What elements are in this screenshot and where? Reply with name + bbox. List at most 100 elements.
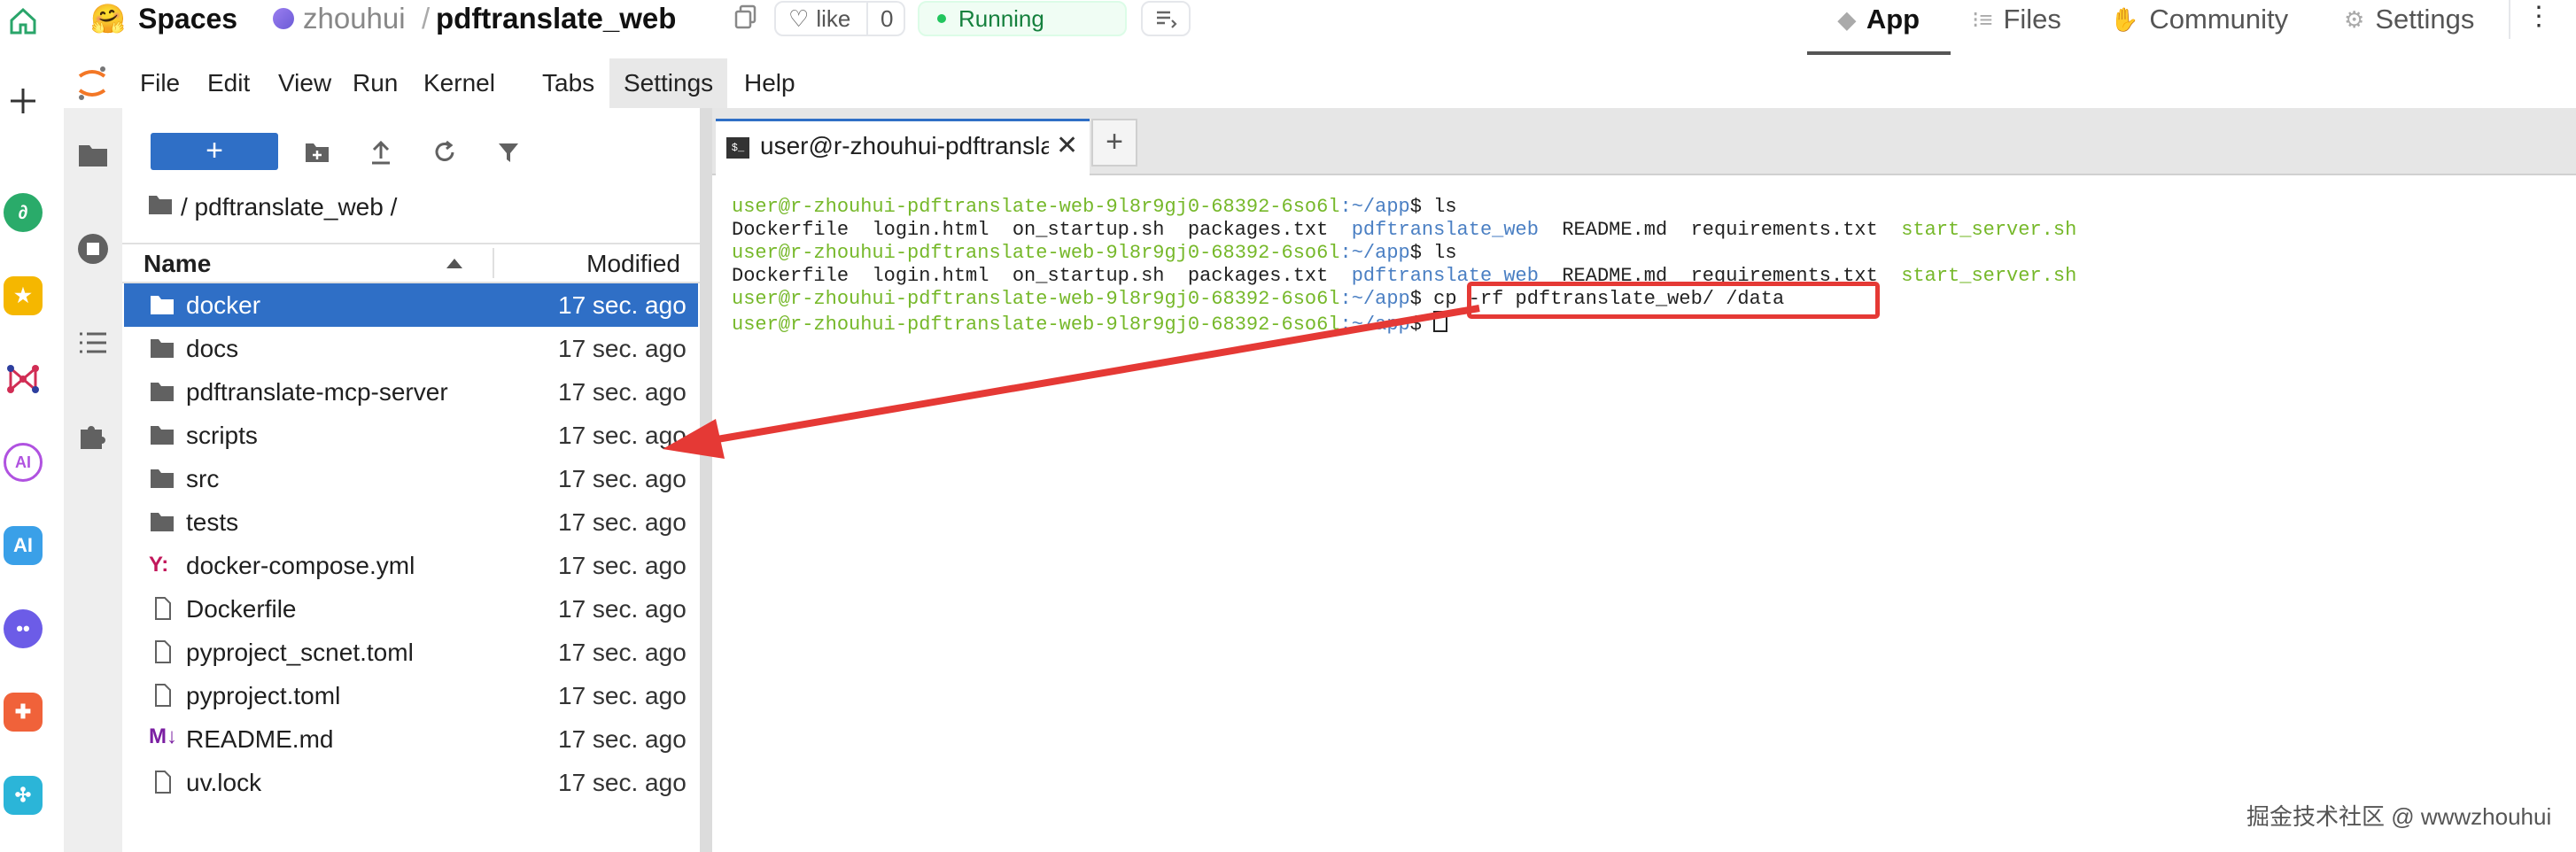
tool-app-icon[interactable]: ✣ xyxy=(4,776,43,815)
file-row-uv-lock[interactable]: uv.lock 17 sec. ago xyxy=(124,761,698,804)
hf-logo-icon[interactable]: 🤗 xyxy=(90,0,126,41)
extensions-puzzle-icon[interactable] xyxy=(73,416,113,457)
file-row-pyproject-scnet[interactable]: pyproject_scnet.toml 17 sec. ago xyxy=(124,631,698,674)
upload-icon[interactable] xyxy=(361,133,400,172)
folder-icon xyxy=(151,296,174,314)
menu-tabs[interactable]: Tabs xyxy=(528,58,609,108)
column-header-modified[interactable]: Modified xyxy=(503,244,680,283)
tab-app[interactable]: ◆ App xyxy=(1807,0,1951,55)
folder-icon[interactable] xyxy=(73,135,113,175)
file-row-scripts[interactable]: scripts 17 sec. ago xyxy=(124,414,698,457)
repo-name[interactable]: pdftranslate_web xyxy=(436,0,676,41)
file-row-pdftranslate-mcp-server[interactable]: pdftranslate-mcp-server 17 sec. ago xyxy=(124,370,698,414)
file-name: pdftranslate-mcp-server xyxy=(186,378,448,406)
home-icon[interactable] xyxy=(4,2,43,41)
status-label: Running xyxy=(958,4,1044,32)
file-modified: 17 sec. ago xyxy=(558,725,687,753)
owner-avatar xyxy=(273,8,294,29)
file-row-readme[interactable]: M↓ README.md 17 sec. ago xyxy=(124,717,698,761)
sort-ascending-icon xyxy=(446,259,462,268)
menu-settings[interactable]: Settings xyxy=(609,58,728,108)
file-name: pyproject_scnet.toml xyxy=(186,639,414,666)
menu-view[interactable]: View xyxy=(264,58,345,108)
copy-icon[interactable] xyxy=(733,4,758,35)
menu-kernel[interactable]: Kernel xyxy=(409,58,509,108)
file-icon xyxy=(155,771,171,794)
spaces-link[interactable]: Spaces xyxy=(138,0,237,41)
close-tab-icon[interactable]: ✕ xyxy=(1056,130,1078,162)
bot-app-icon[interactable]: •• xyxy=(4,609,43,648)
dock-tab-bar: $_ user@r-zhouhui-pdftransla ✕ + xyxy=(712,108,2576,175)
markdown-file-icon: M↓ xyxy=(149,724,177,748)
watermark: 掘金技术社区 @ wwwzhouhui xyxy=(2246,803,2552,830)
new-folder-icon[interactable] xyxy=(298,133,337,172)
folder-icon xyxy=(151,426,174,445)
tab-community[interactable]: ✋ Community xyxy=(2110,0,2288,55)
graph-app-icon[interactable] xyxy=(4,360,43,399)
path-separator: / xyxy=(422,2,431,35)
terminal-line: Dockerfile login.html on_startup.sh pack… xyxy=(732,219,2077,241)
link-app-icon[interactable]: ∂ xyxy=(4,193,43,232)
jupyter-logo-icon xyxy=(74,64,110,107)
file-modified: 17 sec. ago xyxy=(558,595,687,623)
file-row-docker-compose[interactable]: Y: docker-compose.yml 17 sec. ago xyxy=(124,544,698,587)
terminal-line: user@r-zhouhui-pdftranslate-web-9l8r9gj0… xyxy=(732,196,1457,218)
panel-splitter[interactable] xyxy=(700,108,712,852)
menu-file[interactable]: File xyxy=(126,58,194,108)
file-name: docker xyxy=(186,291,261,319)
refresh-icon[interactable] xyxy=(425,133,464,172)
table-of-contents-icon[interactable] xyxy=(73,322,113,363)
breadcrumb-folder-icon[interactable] xyxy=(147,193,174,221)
running-kernels-icon[interactable] xyxy=(73,228,113,269)
add-icon[interactable] xyxy=(4,81,43,120)
file-name: scripts xyxy=(186,422,258,449)
file-name: README.md xyxy=(186,725,334,753)
file-row-src[interactable]: src 17 sec. ago xyxy=(124,457,698,500)
annotation-arrow-icon xyxy=(663,305,1480,459)
more-menu-icon[interactable]: ⋮ xyxy=(2521,2,2557,37)
logs-button[interactable] xyxy=(1141,1,1191,36)
settings-gear-icon: ⚙ xyxy=(2344,6,2365,33)
file-name: uv.lock xyxy=(186,769,262,796)
tab-settings[interactable]: ⚙ Settings xyxy=(2344,0,2474,55)
filter-icon[interactable] xyxy=(489,133,528,172)
like-button[interactable]: ♡ like 0 xyxy=(774,1,905,36)
file-name: docs xyxy=(186,335,239,362)
file-icon xyxy=(155,597,171,620)
file-name: Dockerfile xyxy=(186,595,297,623)
yaml-file-icon: Y: xyxy=(149,553,169,577)
tab-files[interactable]: ⁝≡ Files xyxy=(1972,0,2061,55)
ai-ring-app-icon[interactable]: AI xyxy=(4,443,43,482)
file-row-dockerfile[interactable]: Dockerfile 17 sec. ago xyxy=(124,587,698,631)
ai-app-icon[interactable]: AI xyxy=(4,526,43,565)
file-row-docs[interactable]: docs 17 sec. ago xyxy=(124,327,698,370)
status-badge[interactable]: Running xyxy=(918,1,1127,36)
logs-icon xyxy=(1157,11,1177,28)
menu-edit[interactable]: Edit xyxy=(193,58,264,108)
new-launcher-button[interactable]: + xyxy=(151,133,278,170)
like-label: like xyxy=(816,4,851,32)
menu-run[interactable]: Run xyxy=(338,58,412,108)
file-row-pyproject[interactable]: pyproject.toml 17 sec. ago xyxy=(124,674,698,717)
file-row-docker[interactable]: docker 17 sec. ago xyxy=(124,283,698,327)
app-dock: ∂ ★ AI AI •• ✚ ✣ xyxy=(0,0,66,852)
left-activity-bar xyxy=(64,108,124,852)
file-row-tests[interactable]: tests 17 sec. ago xyxy=(124,500,698,544)
terminal-tab-title: user@r-zhouhui-pdftransla xyxy=(760,132,1049,159)
app-cube-icon: ◆ xyxy=(1837,6,1856,33)
column-header-name[interactable]: Name xyxy=(144,244,344,283)
breadcrumb[interactable]: / pdftranslate_web / xyxy=(181,193,397,221)
file-modified: 17 sec. ago xyxy=(558,508,687,536)
terminal-icon: $_ xyxy=(726,137,749,159)
add-tab-button[interactable]: + xyxy=(1091,119,1137,167)
star-app-icon[interactable]: ★ xyxy=(4,276,43,315)
menu-help[interactable]: Help xyxy=(730,58,810,108)
terminal-line: user@r-zhouhui-pdftranslate-web-9l8r9gj0… xyxy=(732,242,1457,264)
terminal-tab[interactable]: $_ user@r-zhouhui-pdftransla ✕ xyxy=(716,119,1090,175)
file-browser-panel: + / pdftranslate_web / Name Modified doc… xyxy=(122,108,700,852)
gamepad-app-icon[interactable]: ✚ xyxy=(4,693,43,732)
file-modified: 17 sec. ago xyxy=(558,769,687,796)
files-icon: ⁝≡ xyxy=(1972,6,1993,33)
owner-link[interactable]: zhouhui xyxy=(303,0,406,41)
like-count: 0 xyxy=(881,4,894,32)
